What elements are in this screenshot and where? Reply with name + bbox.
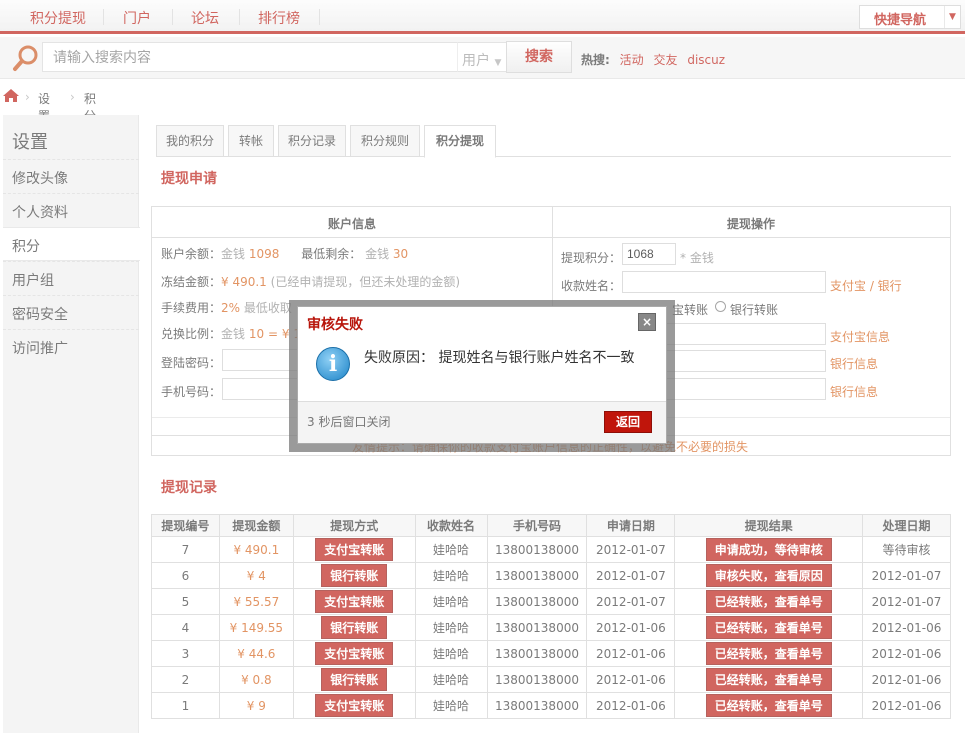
- dialog-message: 失败原因： 提现姓名与银行账户姓名不一致: [364, 350, 635, 366]
- return-button[interactable]: 返回: [604, 411, 652, 433]
- dialog-footer: 3 秒后窗口关闭 返回: [298, 401, 666, 443]
- countdown-text: 3 秒后窗口关闭: [307, 415, 391, 429]
- info-icon: i: [316, 347, 350, 381]
- dialog-title: 审核失败: [307, 317, 363, 333]
- error-dialog: 审核失败 × i 失败原因： 提现姓名与银行账户姓名不一致 3 秒后窗口关闭 返…: [297, 306, 667, 444]
- close-icon[interactable]: ×: [638, 313, 656, 331]
